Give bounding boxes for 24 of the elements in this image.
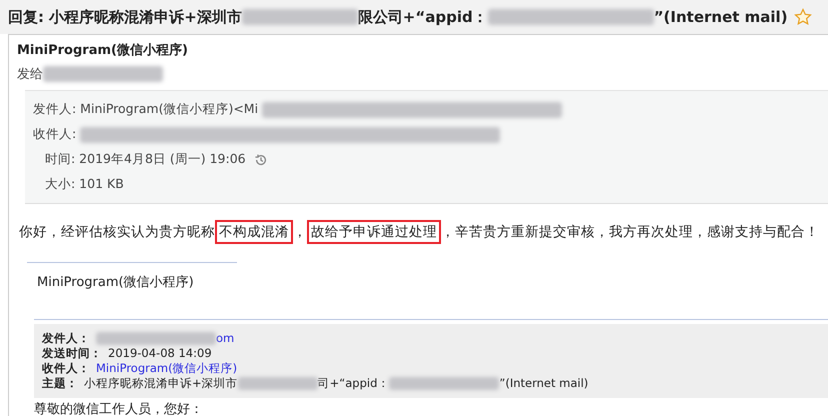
subject-text: 2019-04-08 14:09 xyxy=(108,346,212,361)
sender-name: MiniProgram(微信小程序) xyxy=(17,42,189,60)
subject-text: ”(Internet mail) xyxy=(499,376,588,391)
recipient-label: 发给 xyxy=(17,66,43,84)
field-label: 主题： xyxy=(42,376,78,391)
field-label: 发件人： xyxy=(42,330,90,346)
sender-link[interactable]: om xyxy=(216,330,234,346)
subject-text: 回复: 小程序昵称混淆申诉+深圳市 xyxy=(8,6,242,28)
star-icon[interactable] xyxy=(794,8,812,26)
field-label: 收件人： xyxy=(42,360,90,376)
sender-link[interactable]: MiniProgram(微信小程序) xyxy=(96,360,238,376)
subject-text: 小程序昵称混淆申诉+深圳市 xyxy=(84,376,238,391)
detail-text: 时间: 2019年4月8日 (周一) 19:06 xyxy=(45,150,246,168)
signature-text: MiniProgram(微信小程序) xyxy=(37,274,195,292)
detail-text: 收件人: xyxy=(33,125,76,144)
message-text: 你好，经评估核实认为贵方昵称 不构成混淆 ， 故给予申诉通过处理 ，辛苦贵方重新提交审核，我方再次处理，感谢支持与配合！ xyxy=(19,222,828,242)
history-icon[interactable] xyxy=(254,152,268,166)
greeting-text: 尊敬的微信工作人员，您好： xyxy=(34,400,204,416)
detail-text: 发件人: MiniProgram(微信小程序)<Mi xyxy=(33,100,258,118)
subject-text: 司+“appid： xyxy=(318,376,390,391)
subject-text: 限公司+“appid： xyxy=(358,6,488,28)
detail-text: 大小: 101 KB xyxy=(45,175,124,194)
subject-text: ”(Internet mail) xyxy=(654,6,788,28)
field-label: 发送时间： xyxy=(42,346,102,361)
